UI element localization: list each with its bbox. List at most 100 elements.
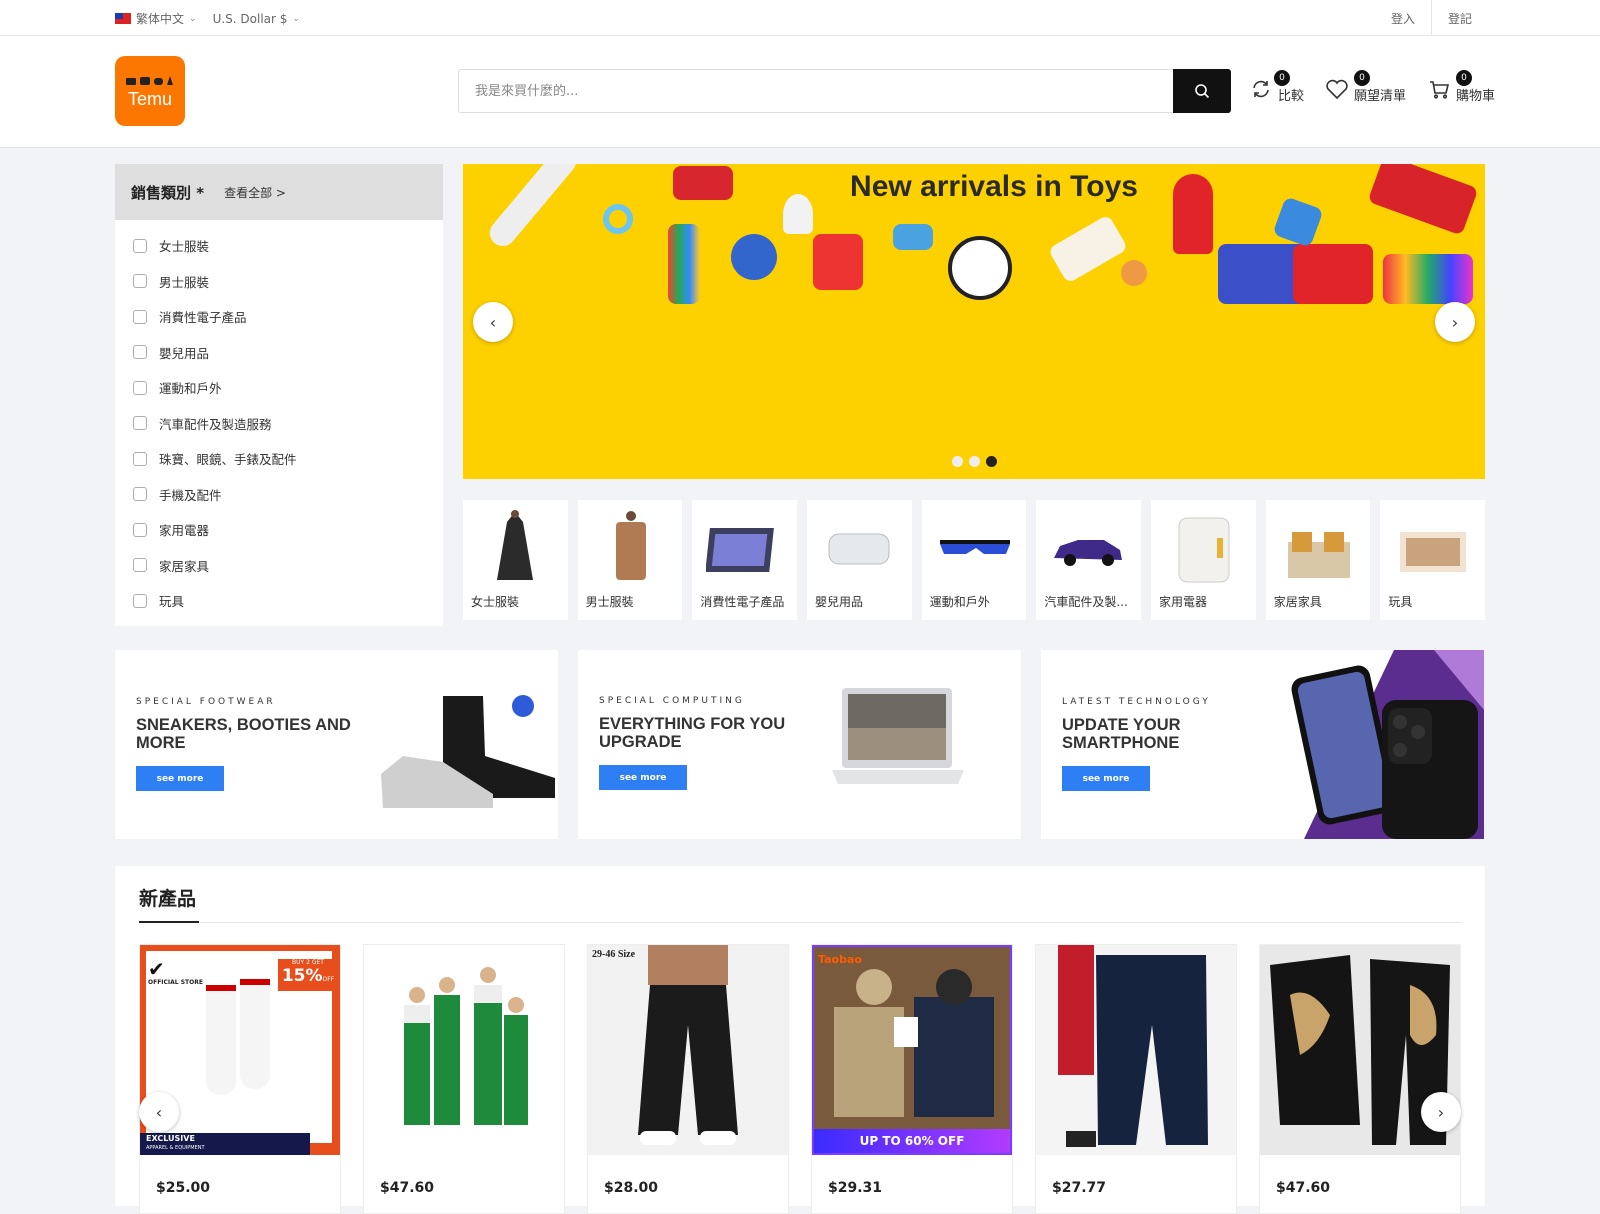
sidebar-item-toys[interactable]: 玩具 — [115, 583, 443, 619]
brand-text: OFFICIAL STORE — [148, 979, 203, 986]
womens-clothing-image — [477, 508, 554, 588]
car-parts-icon — [133, 416, 147, 431]
baby-products-image — [821, 508, 898, 588]
sports-outdoor-image — [936, 508, 1013, 588]
hero-dot-1[interactable] — [951, 456, 963, 467]
sidebar-item-label: 家用電器 — [159, 523, 210, 539]
search-input[interactable] — [458, 69, 1173, 113]
products-prev-button[interactable]: ‹ — [139, 1092, 179, 1132]
language-selector[interactable]: 繁体中文 ⌄ — [115, 10, 197, 27]
heart-icon — [1324, 76, 1350, 102]
compare-count-badge: 0 — [1274, 70, 1290, 86]
category-tile[interactable]: 消費性電子產品 — [692, 500, 798, 620]
view-all-link[interactable]: 查看全部 > — [224, 184, 286, 201]
exclusive-banner: EXCLUSIVE APPAREL & EQUIPMENT — [140, 1133, 310, 1155]
sidebar-item-label: 玩具 — [159, 594, 185, 610]
sidebar-item-furniture[interactable]: 家居家具 — [115, 548, 443, 584]
hero-carousel[interactable]: New arrivals in Toys ‹ › — [463, 164, 1485, 479]
register-link[interactable]: 登記 — [1430, 0, 1488, 36]
product-card[interactable]: $27.77 — [1035, 944, 1237, 1214]
search-button[interactable] — [1173, 69, 1231, 113]
sidebar-item-label: 嬰兒用品 — [159, 345, 210, 361]
product-card[interactable]: $47.60 — [1259, 944, 1461, 1214]
sidebar-item-electronics[interactable]: 消費性電子產品 — [115, 299, 443, 335]
sidebar-item-mens-clothing[interactable]: 男士服裝 — [115, 264, 443, 300]
sidebar-item-baby[interactable]: 嬰兒用品 — [115, 335, 443, 371]
product-price: $47.60 — [1276, 1180, 1331, 1196]
promo-smartphone[interactable]: LATEST TECHNOLOGY UPDATE YOUR SMARTPHONE… — [1041, 650, 1484, 839]
sidebar-item-jewelry[interactable]: 珠寶、眼鏡、手錶及配件 — [115, 441, 443, 477]
hero-title: New arrivals in Toys — [850, 170, 1138, 203]
sidebar-item-label: 家居家具 — [159, 558, 210, 574]
watch-icon — [133, 451, 147, 466]
sidebar-item-label: 汽車配件及製造服務 — [159, 416, 272, 432]
category-tile[interactable]: 嬰兒用品 — [807, 500, 912, 620]
promo-footwear[interactable]: SPECIAL FOOTWEAR SNEAKERS, BOOTIES AND M… — [115, 650, 558, 839]
product-price: $28.00 — [604, 1180, 659, 1196]
promo-heading: EVERYTHING FOR YOU UPGRADE — [599, 715, 786, 751]
compare-label: 比較 — [1278, 89, 1305, 104]
chevron-right-icon: › — [1437, 1102, 1445, 1122]
hero-prev-button[interactable]: ‹ — [473, 302, 513, 342]
section-title-underline — [139, 921, 199, 923]
chevron-right-icon: › — [1451, 312, 1459, 332]
category-tile[interactable]: 運動和戶外 — [921, 500, 1027, 620]
dress-icon — [133, 238, 147, 253]
product-image — [1036, 945, 1236, 1155]
temu-logo[interactable]: Temu — [115, 56, 185, 126]
wishlist-count-badge: 0 — [1354, 70, 1371, 86]
logo-text: Temu — [127, 88, 172, 109]
promo-eyebrow: LATEST TECHNOLOGY — [1062, 697, 1211, 707]
category-tile-label: 嬰兒用品 — [815, 595, 864, 609]
see-more-button[interactable]: see more — [599, 765, 687, 790]
chevron-left-icon: ‹ — [489, 312, 497, 332]
size-tag: 29-46 Size — [592, 949, 636, 960]
category-tile[interactable]: 家居家具 — [1265, 500, 1371, 620]
category-tile[interactable]: 汽車配件及製... — [1036, 500, 1142, 620]
taiwan-flag-icon — [115, 13, 131, 24]
see-more-button[interactable]: see more — [1062, 766, 1150, 791]
sofa-icon — [133, 558, 147, 573]
category-tile[interactable]: 玩具 — [1380, 500, 1486, 620]
cart-icon — [1426, 76, 1452, 102]
compare-button[interactable]: 0 比較 — [1248, 70, 1305, 104]
promo-computing[interactable]: SPECIAL COMPUTING EVERYTHING FOR YOU UPG… — [578, 650, 1021, 839]
product-image — [364, 945, 564, 1155]
product-image: Taobao UP TO 60% OFF — [812, 945, 1012, 1155]
wishlist-label: 願望清單 — [1354, 89, 1407, 104]
hero-pagination — [463, 456, 1485, 467]
product-card[interactable]: $47.60 — [363, 944, 565, 1214]
sidebar-item-auto[interactable]: 汽車配件及製造服務 — [115, 406, 443, 442]
discount-badge-value: 15% — [281, 966, 323, 986]
category-tile[interactable]: 家用電器 — [1151, 500, 1256, 620]
sidebar-item-appliances[interactable]: 家用電器 — [115, 512, 443, 548]
sidebar-item-phones[interactable]: 手機及配件 — [115, 477, 443, 513]
category-tile[interactable]: 男士服裝 — [577, 500, 683, 620]
logo-shopping-icons — [122, 74, 178, 89]
smartphone-image — [1291, 650, 1484, 839]
cart-button[interactable]: 0 購物車 — [1426, 70, 1496, 104]
product-card[interactable]: 29-46 Size $28.00 — [587, 944, 789, 1214]
toy-icon — [133, 593, 147, 608]
category-tile-label: 消費性電子產品 — [700, 595, 785, 609]
discount-badge: BUY 2 GET 15%OFF — [278, 959, 338, 991]
monitor-icon — [133, 309, 147, 324]
hero-dot-2[interactable] — [968, 456, 980, 467]
language-label: 繁体中文 — [136, 12, 185, 26]
wishlist-button[interactable]: 0 願望清單 — [1324, 70, 1407, 104]
products-next-button[interactable]: › — [1421, 1092, 1461, 1132]
hero-dot-3[interactable] — [985, 456, 997, 467]
sidebar-item-womens-clothing[interactable]: 女士服裝 — [115, 228, 443, 264]
hero-next-button[interactable]: › — [1435, 302, 1475, 342]
product-card[interactable]: Taobao UP TO 60% OFF $29.31 — [811, 944, 1013, 1214]
currency-selector[interactable]: U.S. Dollar $ ⌄ — [213, 12, 300, 26]
promo-eyebrow: SPECIAL COMPUTING — [599, 696, 745, 706]
see-more-button[interactable]: see more — [136, 766, 224, 791]
cart-label: 購物車 — [1456, 89, 1496, 104]
sidebar-item-label: 運動和戶外 — [159, 381, 222, 397]
login-link[interactable]: 登入 — [1375, 0, 1431, 36]
category-tile[interactable]: 女士服裝 — [463, 500, 568, 620]
product-card[interactable]: ✔ OFFICIAL STORE BUY 2 GET 15%OFF EXCLUS… — [139, 944, 341, 1214]
promo-banners: SPECIAL FOOTWEAR SNEAKERS, BOOTIES AND M… — [115, 650, 1485, 839]
sidebar-item-sports[interactable]: 運動和戶外 — [115, 370, 443, 406]
